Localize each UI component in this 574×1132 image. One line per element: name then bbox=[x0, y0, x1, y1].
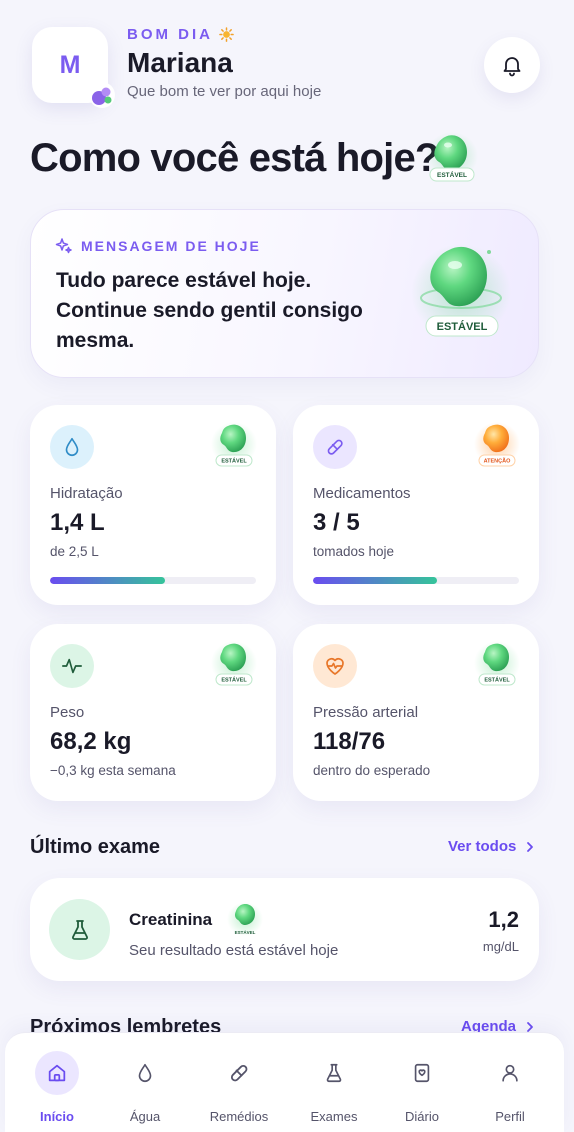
weight-value: 68,2 kg bbox=[50, 728, 132, 755]
nav-item-perfil[interactable]: Perfil bbox=[465, 1051, 555, 1125]
daily-message-card: MENSAGEM DE HOJE Tudo parece estável hoj… bbox=[30, 209, 539, 378]
nav-label-exames: Exames bbox=[310, 1109, 358, 1124]
see-all-label: Ver todos bbox=[448, 838, 517, 855]
nav-label-agua: Água bbox=[129, 1109, 161, 1124]
activity-icon bbox=[62, 658, 82, 674]
weight-badge-text: ESTÁVEL bbox=[221, 677, 247, 684]
bell-icon bbox=[503, 57, 521, 77]
kidney-mascot-icon: ESTÁVEL bbox=[211, 641, 257, 686]
medication-progress-fill bbox=[313, 577, 437, 584]
bottom-navigation: Início Água Remédios Exames Diário Perfi… bbox=[5, 1032, 564, 1132]
nav-item-agua[interactable]: Água bbox=[100, 1051, 190, 1125]
daily-message-title: MENSAGEM DE HOJE bbox=[81, 238, 261, 254]
blood-pressure-label: Pressão arterial bbox=[313, 704, 419, 721]
nav-label-remedios: Remédios bbox=[209, 1109, 269, 1124]
medication-value: 3 / 5 bbox=[313, 509, 360, 536]
exam-description: Seu resultado está estável hoje bbox=[129, 942, 339, 959]
kidney-mascot-icon: ESTÁVEL bbox=[411, 244, 511, 340]
hydration-icon-wrap bbox=[50, 425, 94, 469]
blood-pressure-sub: dentro do esperado bbox=[313, 763, 431, 778]
nav-label-perfil: Perfil bbox=[495, 1109, 525, 1124]
chevron-right-icon bbox=[527, 841, 534, 852]
exam-value: 1,2 bbox=[488, 907, 519, 932]
medication-icon-wrap bbox=[313, 425, 357, 469]
avatar[interactable]: M bbox=[32, 27, 115, 108]
kidney-mascot-icon: ESTÁVEL bbox=[474, 641, 520, 686]
hydration-sub: de 2,5 L bbox=[50, 544, 99, 559]
hydration-progress bbox=[50, 577, 256, 584]
medication-sub: tomados hoje bbox=[313, 544, 395, 559]
kidney-bubbles-icon bbox=[89, 82, 115, 108]
water-drop-icon bbox=[123, 1051, 167, 1095]
hydration-value: 1,4 L bbox=[50, 509, 105, 536]
pill-icon bbox=[217, 1051, 261, 1095]
greeting-subtitle: Que bom te ver por aqui hoje bbox=[127, 83, 322, 100]
user-name: Mariana bbox=[127, 47, 233, 78]
medication-progress bbox=[313, 577, 519, 584]
medication-badge-text: ATENÇÃO bbox=[484, 458, 512, 465]
home-icon bbox=[35, 1051, 79, 1095]
nav-label-inicio: Início bbox=[40, 1109, 74, 1124]
water-drop-icon bbox=[65, 437, 79, 456]
kidney-mascot-icon: ESTÁVEL bbox=[227, 902, 263, 936]
weight-card[interactable]: ESTÁVEL Peso 68,2 kg −0,3 kg esta semana bbox=[30, 624, 276, 801]
blood-pressure-icon-wrap bbox=[313, 644, 357, 688]
message-badge-text: ESTÁVEL bbox=[437, 320, 488, 333]
sparkle-icon bbox=[55, 238, 72, 254]
daily-message-text: Tudo parece estável hoje. Continue sendo… bbox=[56, 269, 363, 352]
exam-icon-wrap bbox=[49, 899, 110, 960]
title-badge-text: ESTÁVEL bbox=[437, 170, 467, 179]
weight-icon-wrap bbox=[50, 644, 94, 688]
avatar-letter: M bbox=[59, 50, 81, 79]
flask-icon bbox=[312, 1051, 356, 1095]
blood-pressure-badge-text: ESTÁVEL bbox=[484, 677, 510, 684]
hydration-card[interactable]: ESTÁVEL Hidratação 1,4 L de 2,5 L bbox=[30, 405, 276, 605]
blood-pressure-value: 118/76 bbox=[313, 728, 386, 755]
nav-item-diario[interactable]: Diário bbox=[377, 1051, 467, 1125]
kidney-mascot-icon: ESTÁVEL bbox=[211, 422, 257, 467]
chevron-right-icon bbox=[527, 1021, 533, 1032]
nav-item-exames[interactable]: Exames bbox=[289, 1051, 379, 1125]
greeting-block: BOM DIA Mariana Que bom te ver por aqui … bbox=[127, 26, 321, 100]
greeting-text: BOM DIA bbox=[127, 26, 213, 43]
page-title: Como você está hoje? bbox=[30, 136, 439, 180]
nav-item-remedios[interactable]: Remédios bbox=[194, 1051, 284, 1125]
daily-message-label: MENSAGEM DE HOJE bbox=[55, 237, 261, 255]
greeting-label: BOM DIA bbox=[127, 26, 321, 43]
heart-pulse-icon bbox=[326, 658, 344, 675]
last-exam-card[interactable]: Creatinina ESTÁVEL Seu resultado está es… bbox=[30, 878, 539, 981]
medication-label: Medicamentos bbox=[313, 485, 411, 502]
user-icon bbox=[488, 1051, 532, 1095]
kidney-mascot-icon: ESTÁVEL bbox=[426, 132, 478, 182]
kidney-attention-icon: ATENÇÃO bbox=[474, 422, 520, 467]
exam-unit: mg/dL bbox=[482, 939, 519, 954]
exam-name: Creatinina bbox=[129, 910, 213, 929]
flask-icon bbox=[71, 919, 88, 940]
sun-icon bbox=[219, 27, 234, 42]
hydration-badge-text: ESTÁVEL bbox=[221, 458, 247, 465]
medication-card[interactable]: ATENÇÃO Medicamentos 3 / 5 tomados hoje bbox=[293, 405, 539, 605]
notifications-button[interactable] bbox=[484, 37, 540, 93]
see-all-link[interactable]: Ver todos bbox=[448, 838, 536, 855]
last-exam-title: Último exame bbox=[30, 836, 161, 858]
pill-icon bbox=[327, 439, 343, 455]
weight-label: Peso bbox=[50, 704, 85, 721]
weight-sub: −0,3 kg esta semana bbox=[50, 763, 176, 778]
journal-icon bbox=[400, 1051, 444, 1095]
hydration-progress-fill bbox=[50, 577, 166, 584]
nav-item-inicio[interactable]: Início bbox=[12, 1051, 102, 1125]
blood-pressure-card[interactable]: ESTÁVEL Pressão arterial 118/76 dentro d… bbox=[293, 624, 539, 801]
hydration-label: Hidratação bbox=[50, 485, 123, 502]
exam-badge-text: ESTÁVEL bbox=[235, 929, 256, 935]
nav-label-diario: Diário bbox=[405, 1109, 439, 1124]
